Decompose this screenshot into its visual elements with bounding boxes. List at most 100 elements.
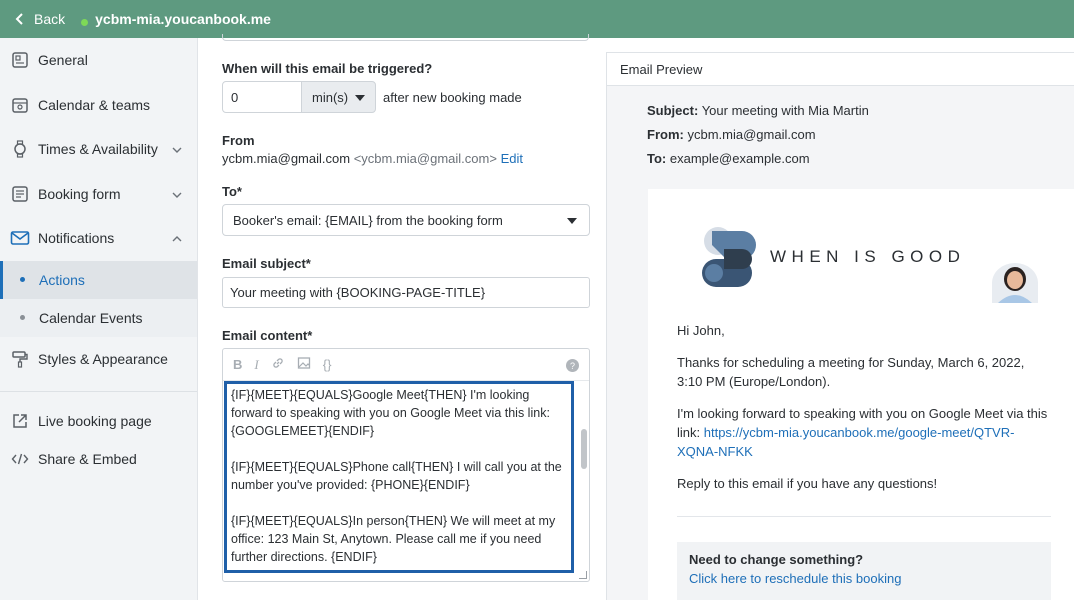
email-content-textarea[interactable]: {IF}{MEET}{EQUALS}Google Meet{THEN} I'm … [224, 381, 574, 573]
from-email: ycbm.mia@gmail.com [222, 151, 351, 166]
preview-header: Email Preview [607, 53, 1074, 86]
image-button[interactable] [297, 356, 311, 373]
preview-paragraph: I'm looking forward to speaking with you… [677, 404, 1049, 461]
from-sender: <ycbm.mia@gmail.com> [353, 151, 497, 166]
site-name: ycbm-mia.youcanbook.me [95, 11, 271, 27]
sidebar-item-general[interactable]: General [0, 38, 197, 83]
change-heading: Need to change something? [689, 552, 864, 567]
preview-paragraph: Thanks for scheduling a meeting for Sund… [677, 355, 1025, 389]
change-booking-box: Need to change something? Click here to … [677, 542, 1051, 600]
from-label: From [222, 133, 255, 148]
variables-button[interactable]: {} [323, 357, 332, 372]
sidebar-item-booking-form[interactable]: Booking form [0, 172, 197, 217]
sidebar-divider [0, 391, 197, 392]
sidebar-item-label: Times & Availability [38, 141, 158, 158]
sidebar-item-notifications[interactable]: Notifications [0, 216, 197, 261]
content-label: Email content* [222, 328, 313, 343]
link-button[interactable] [271, 356, 285, 373]
sidebar-item-label: Booking form [38, 185, 121, 202]
bold-button[interactable]: B [233, 357, 242, 372]
caret-down-icon [355, 95, 365, 101]
scrollbar-thumb[interactable] [581, 429, 587, 469]
preview-to-label: To: [647, 151, 667, 166]
preview-subject-label: Subject: [647, 103, 699, 118]
preview-greeting: Hi John, [677, 323, 725, 338]
content-paragraph: {IF}{MEET}{EQUALS}Phone call{THEN} I wil… [231, 460, 562, 492]
bullet-icon [20, 315, 25, 320]
sidebar-item-times-availability[interactable]: Times & Availability [0, 127, 197, 172]
sidebar-item-share-embed[interactable]: Share & Embed [0, 440, 197, 478]
from-edit-link[interactable]: Edit [501, 151, 523, 166]
sidebar-item-label: Styles & Appearance [38, 350, 168, 367]
top-bar: Back ycbm-mia.youcanbook.me [0, 0, 1074, 38]
back-button[interactable]: Back [12, 11, 65, 27]
preview-from-label: From: [647, 127, 684, 142]
caret-down-icon [567, 218, 577, 224]
email-action-form: When will this email be triggered? 0 min… [199, 34, 606, 600]
sidebar-item-label: Notifications [38, 230, 115, 247]
chevron-left-icon [12, 11, 28, 27]
sidebar-item-label: Calendar & teams [38, 96, 151, 113]
preview-to-value: example@example.com [669, 151, 810, 166]
subject-label: Email subject* [222, 256, 311, 271]
chevron-down-icon [171, 143, 183, 155]
trigger-suffix: after new booking made [383, 90, 522, 105]
link-icon [273, 358, 283, 368]
trigger-unit-value: min(s) [312, 89, 349, 105]
sidebar-subitem-actions[interactable]: Actions [0, 260, 197, 299]
content-scrollbar[interactable] [579, 381, 589, 581]
code-icon [10, 449, 30, 469]
to-select[interactable]: Booker's email: {EMAIL} from the booking… [222, 204, 590, 236]
sidebar-item-label: Live booking page [38, 413, 152, 429]
online-status-dot [81, 18, 89, 26]
sidebar-item-calendar-teams[interactable]: Calendar & teams [0, 83, 197, 128]
to-select-value: Booker's email: {EMAIL} from the booking… [233, 212, 503, 228]
help-icon[interactable]: ? [566, 359, 579, 372]
sidebar-subitem-label: Actions [39, 271, 85, 288]
sidebar: General Calendar & teams Times & Availab… [0, 38, 198, 600]
mail-icon [10, 228, 30, 248]
subject-input[interactable]: Your meeting with {BOOKING-PAGE-TITLE} [222, 277, 590, 308]
form-icon [10, 184, 30, 204]
paint-roller-icon [10, 349, 30, 369]
when-is-good-logo-icon [696, 219, 762, 300]
sidebar-item-styles-appearance[interactable]: Styles & Appearance [0, 337, 197, 382]
preview-subject-value: Your meeting with Mia Martin [701, 103, 869, 118]
chevron-down-icon [171, 188, 183, 200]
trigger-label: When will this email be triggered? [222, 61, 433, 76]
reschedule-link[interactable]: Click here to reschedule this booking [689, 571, 1039, 586]
preview-subject-line: Subject: Your meeting with Mia Martin [647, 103, 869, 118]
avatar [992, 263, 1038, 303]
trigger-unit-select[interactable]: min(s) [301, 81, 376, 113]
back-label: Back [34, 11, 66, 27]
external-link-icon [10, 411, 30, 431]
bullet-icon [20, 277, 25, 282]
sidebar-item-live-booking-page[interactable]: Live booking page [0, 402, 197, 440]
calendar-people-icon [10, 95, 30, 115]
preview-meet-link[interactable]: https://ycbm-mia.youcanbook.me/google-me… [677, 425, 1014, 459]
chevron-up-icon [171, 232, 183, 244]
resize-handle[interactable] [579, 571, 587, 579]
preview-from-value: ycbm.mia@gmail.com [687, 127, 816, 142]
content-paragraph: {IF}{MEET}{EQUALS}Google Meet{THEN} I'm … [231, 388, 550, 438]
sidebar-subitem-calendar-events[interactable]: Calendar Events [0, 298, 197, 337]
preview-divider [677, 516, 1051, 517]
sidebar-item-label: General [38, 52, 88, 69]
preview-from-line: From: ycbm.mia@gmail.com [647, 127, 816, 142]
image-icon [297, 357, 310, 369]
trigger-time-input[interactable]: 0 [222, 81, 302, 113]
editor-toolbar: B I {} ? [223, 349, 589, 381]
sidebar-subitem-label: Calendar Events [39, 309, 143, 326]
brand-wordmark: WHEN IS GOOD [770, 247, 966, 266]
preview-to-line: To: example@example.com [647, 151, 810, 166]
preview-paragraph: Reply to this email if you have any ques… [677, 476, 938, 491]
sidebar-item-label: Share & Embed [38, 451, 137, 467]
email-preview-panel: Email Preview Subject: Your meeting with… [606, 52, 1074, 600]
site-title: ycbm-mia.youcanbook.me [81, 11, 271, 27]
italic-button[interactable]: I [254, 357, 258, 373]
email-preview-card: WHEN IS GOOD Hi John, Thanks for schedul… [648, 189, 1074, 600]
previous-field-edge [222, 34, 589, 41]
to-label: To* [222, 184, 242, 199]
watch-icon [10, 139, 30, 159]
content-paragraph: {IF}{MEET}{EQUALS}In person{THEN} We wil… [231, 514, 556, 564]
